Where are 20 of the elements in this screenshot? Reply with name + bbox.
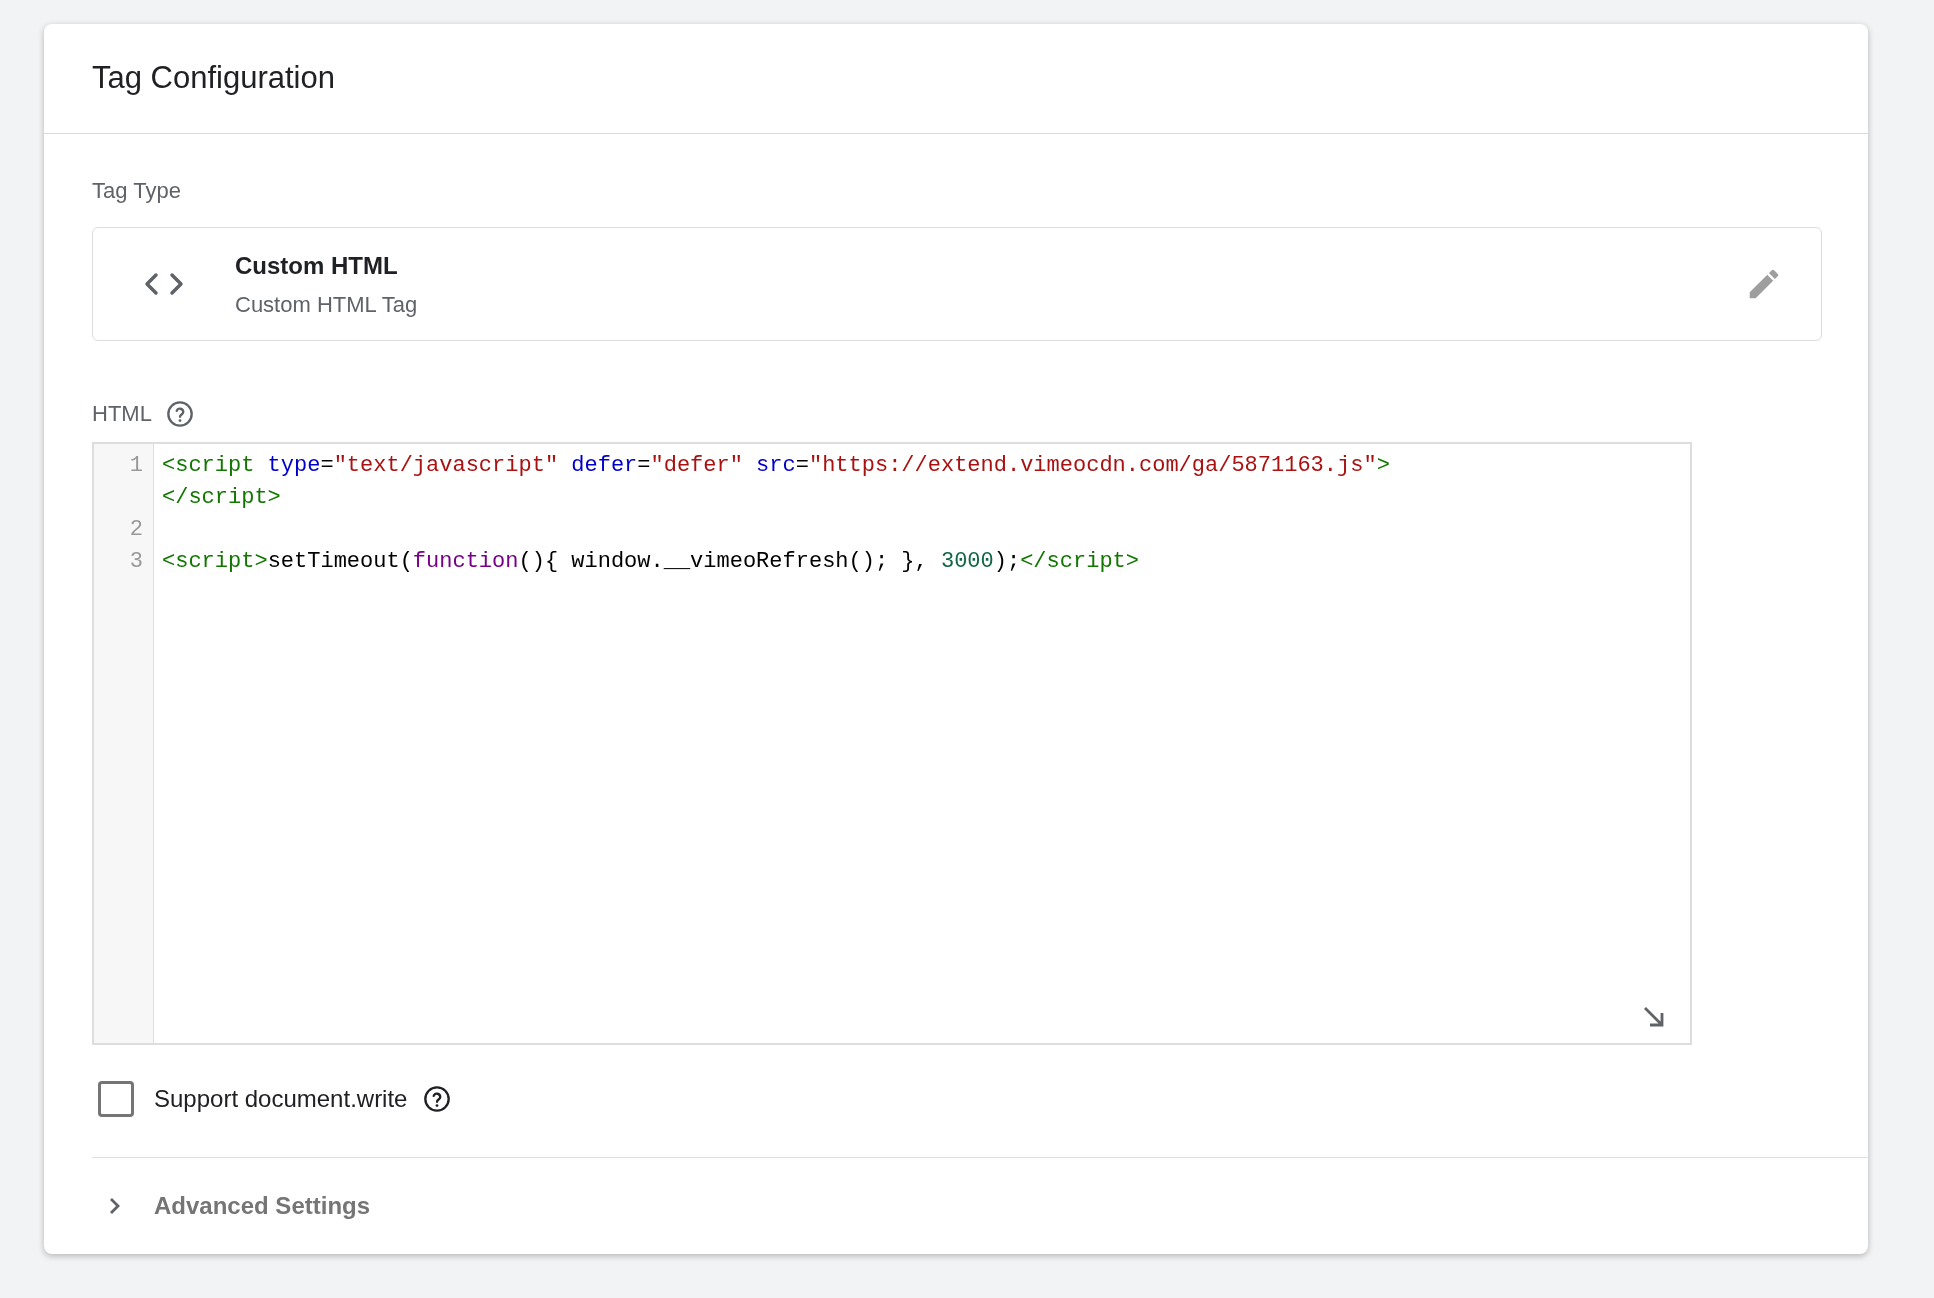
advanced-settings-toggle[interactable]: Advanced Settings [102, 1188, 371, 1224]
code-line: </script> [162, 485, 281, 510]
code-line: <script type="text/javascript" defer="defer" src="https://extend.vimeocdn.com/ga/5871163.js"> [162, 453, 1390, 478]
card-title: Tag Configuration [92, 59, 335, 98]
line-number: 3 [128, 548, 144, 576]
tag-type-selector[interactable]: Custom HTML Custom HTML Tag [92, 227, 1822, 341]
checkbox-label: Support document.write [154, 1084, 408, 1114]
code-editor[interactable]: 1 2 3 <script type="text/javascript" defer="defer" src="https://extend.vimeocdn.com/ga/5871163.js"> </script> <script>setTimeout(function(){ window.__vimeoRefresh(); }, 3000);</script> [92, 442, 1692, 1045]
line-number: 2 [128, 516, 144, 544]
resize-handle-icon[interactable] [1642, 1005, 1666, 1029]
checkbox[interactable] [98, 1081, 134, 1117]
tag-type-description: Custom HTML Tag [235, 290, 418, 319]
help-icon[interactable] [165, 399, 194, 428]
tag-type-label: Tag Type [92, 177, 181, 205]
code-brackets-icon [143, 270, 185, 298]
code-line: <script>setTimeout(function(){ window.__vimeoRefresh(); }, 3000);</script> [162, 549, 1139, 574]
line-number: 1 [128, 452, 144, 480]
help-icon[interactable] [423, 1085, 452, 1113]
tag-type-name: Custom HTML [235, 250, 398, 281]
html-label: HTML [92, 400, 152, 428]
